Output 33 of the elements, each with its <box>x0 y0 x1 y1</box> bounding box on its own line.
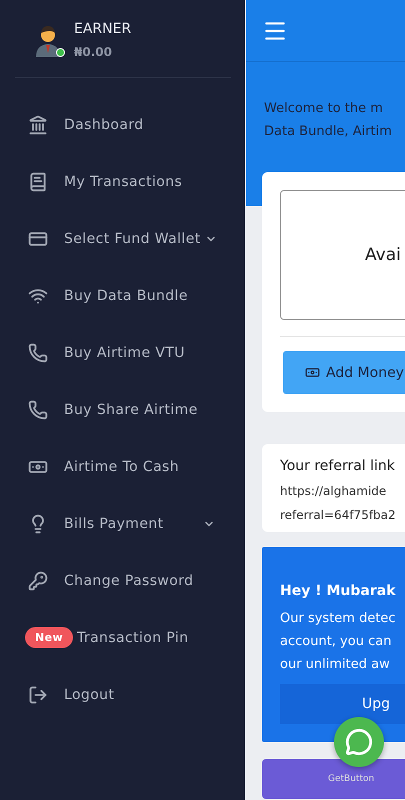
menu-item[interactable]: Buy Airtime VTU <box>0 324 245 381</box>
phone-icon <box>28 400 48 420</box>
chat-icon <box>345 728 373 756</box>
phone-icon <box>28 342 48 362</box>
menu-item[interactable]: New Transaction Pin <box>0 609 245 666</box>
getbutton-credit[interactable]: GetButton <box>328 774 374 784</box>
balance-label: Avai <box>365 245 401 265</box>
bank-icon <box>28 114 48 134</box>
menu-item[interactable]: Bills Payment <box>0 495 245 552</box>
promo-text: account, you can <box>280 633 392 651</box>
promo-text: our unlimited aw <box>280 656 391 674</box>
new-badge: New <box>25 627 74 648</box>
menu-item[interactable]: Buy Share Airtime <box>0 381 245 438</box>
menu-item[interactable]: Logout <box>0 666 245 723</box>
promo-text: Our system detec <box>280 610 397 628</box>
upgrade-button[interactable]: Upg <box>280 684 405 724</box>
logout-icon <box>28 684 48 704</box>
wallet-balance: ₦0.00 <box>74 44 113 58</box>
key-icon <box>28 570 48 590</box>
referral-title: Your referral link <box>280 458 396 474</box>
banknote-icon <box>305 365 320 380</box>
book-icon <box>28 172 48 192</box>
menu-item[interactable]: Buy Data Bundle <box>0 267 245 324</box>
user-name: EARNER <box>74 20 132 36</box>
menu-item[interactable]: Airtime To Cash <box>0 438 245 495</box>
menu-item[interactable]: My Transactions <box>0 153 245 210</box>
welcome-text: Welcome to the m <box>264 100 384 118</box>
menu-item[interactable]: Dashboard <box>0 96 245 153</box>
welcome-text: Data Bundle, Airtim <box>264 123 393 141</box>
menu-item[interactable]: Change Password <box>0 552 245 609</box>
promo-title: Hey ! Mubarak <box>280 583 397 599</box>
add-money-button[interactable]: Add Money <box>283 351 405 394</box>
menu-item[interactable]: Select Fund Wallet <box>0 210 245 267</box>
